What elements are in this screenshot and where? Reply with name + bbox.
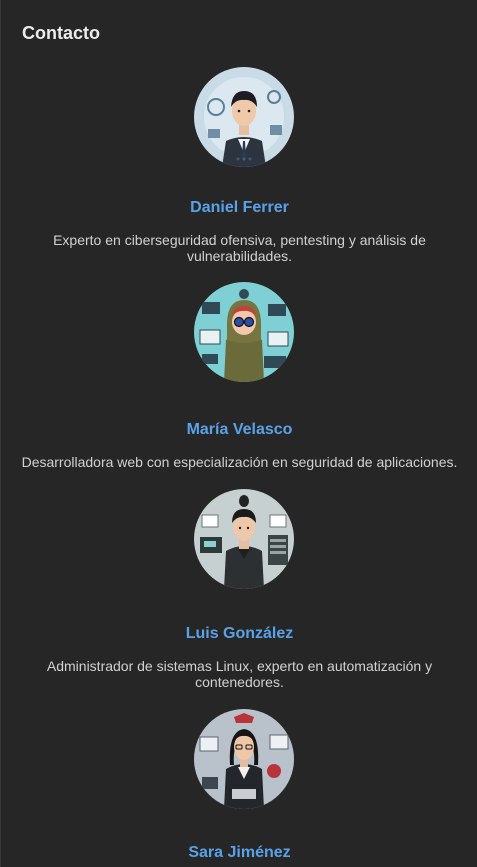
contact-section: Contacto Daniel Ferrer Experto en cibers…: [0, 0, 477, 867]
section-title: Contacto: [22, 23, 100, 43]
avatar-luis-gonzalez: [194, 489, 294, 589]
avatar-daniel-ferrer: [194, 67, 294, 167]
avatar-maria-velasco: [194, 282, 294, 382]
contact-description: Experto en ciberseguridad ofensiva, pent…: [53, 232, 426, 264]
avatar-sara-jimenez: [194, 709, 294, 809]
contact-name[interactable]: Daniel Ferrer: [1, 198, 477, 218]
contact-name[interactable]: Sara Jiménez: [1, 843, 477, 863]
contact-name[interactable]: Luis González: [1, 624, 477, 644]
contact-description: Administrador de sistemas Linux, experto…: [46, 658, 433, 690]
contact-description: Desarrolladora web con especialización e…: [21, 454, 458, 470]
contact-name[interactable]: María Velasco: [1, 420, 477, 440]
